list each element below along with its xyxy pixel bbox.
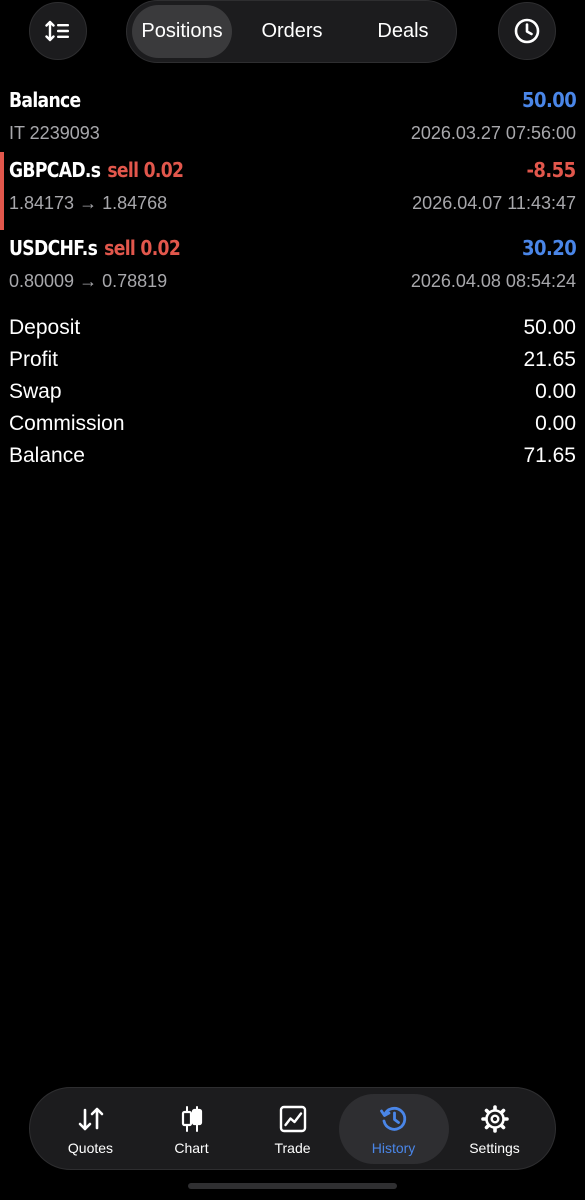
summary-label: Swap [9,380,62,403]
row-time: 2026.04.07 11:43:47 [412,193,576,213]
row-side: sell 0.02 [104,236,181,260]
nav-trade[interactable]: Trade [242,1088,343,1169]
summary-value: 0.00 [535,380,576,403]
row-symbol: USDCHF.s [9,236,98,260]
row-amount: 30.20 [521,236,577,260]
period-button[interactable] [498,2,556,60]
row-time: 2026.04.08 08:54:24 [410,271,576,291]
summary-balance: Balance 71.65 [0,442,585,474]
tab-deals[interactable]: Deals [351,1,455,62]
row-time: 2026.03.27 07:56:00 [410,123,576,143]
summary-label: Balance [9,444,85,467]
trade-icon [279,1105,306,1133]
summary-value: 0.00 [535,412,576,435]
gear-icon [480,1105,509,1133]
row-amount: 50.00 [521,88,577,112]
row-title: GBPCAD.s sell 0.02 [9,158,184,182]
sort-icon [45,20,69,42]
candlestick-icon [181,1106,202,1132]
history-row-gbpcad[interactable]: GBPCAD.s sell 0.02 -8.55 1.84173 → 1.847… [0,152,585,230]
row-subtitle: IT 2239093 [9,123,100,143]
row-subtitle: 1.84173 → 1.84768 [9,193,168,213]
bottom-tab-bar: Quotes Chart Trade History Settings [29,1087,556,1170]
row-amount: -8.55 [526,158,577,182]
row-symbol: GBPCAD.s [9,158,101,182]
history-row-balance[interactable]: Balance 50.00 IT 2239093 2026.03.27 07:5… [0,82,585,160]
summary-label: Commission [9,412,125,435]
tab-orders[interactable]: Orders [239,1,345,62]
summary-block: Deposit 50.00 Profit 21.65 Swap 0.00 Com… [0,314,585,474]
summary-value: 71.65 [523,444,576,467]
tab-positions[interactable]: Positions [132,1,232,62]
row-title: Balance [9,88,81,112]
summary-profit: Profit 21.65 [0,346,585,378]
sort-button[interactable] [29,2,87,60]
nav-settings[interactable]: Settings [444,1088,545,1169]
summary-deposit: Deposit 50.00 [0,314,585,346]
nav-quotes[interactable]: Quotes [40,1088,141,1169]
summary-label: Deposit [9,316,81,339]
nav-label: Chart [174,1140,209,1156]
nav-label: Trade [274,1140,311,1156]
nav-label: Quotes [67,1140,114,1156]
selected-row-indicator [0,152,4,230]
summary-value: 50.00 [523,316,576,339]
row-title: USDCHF.s sell 0.02 [9,236,181,260]
history-icon [379,1106,406,1131]
clock-icon [514,18,540,44]
summary-swap: Swap 0.00 [0,378,585,410]
history-row-usdchf[interactable]: USDCHF.s sell 0.02 30.20 0.80009 → 0.788… [0,230,585,308]
summary-label: Profit [9,348,59,371]
row-side: sell 0.02 [107,158,184,182]
summary-commission: Commission 0.00 [0,410,585,442]
row-subtitle: 0.80009 → 0.78819 [9,271,168,291]
nav-label: History [371,1140,416,1156]
view-segmented-control: Positions Orders Deals [126,0,457,63]
home-indicator [188,1183,397,1189]
nav-label: Settings [469,1140,520,1156]
nav-history[interactable]: History [343,1088,444,1169]
summary-value: 21.65 [523,348,576,371]
nav-chart[interactable]: Chart [141,1088,242,1169]
quotes-icon [78,1107,103,1131]
